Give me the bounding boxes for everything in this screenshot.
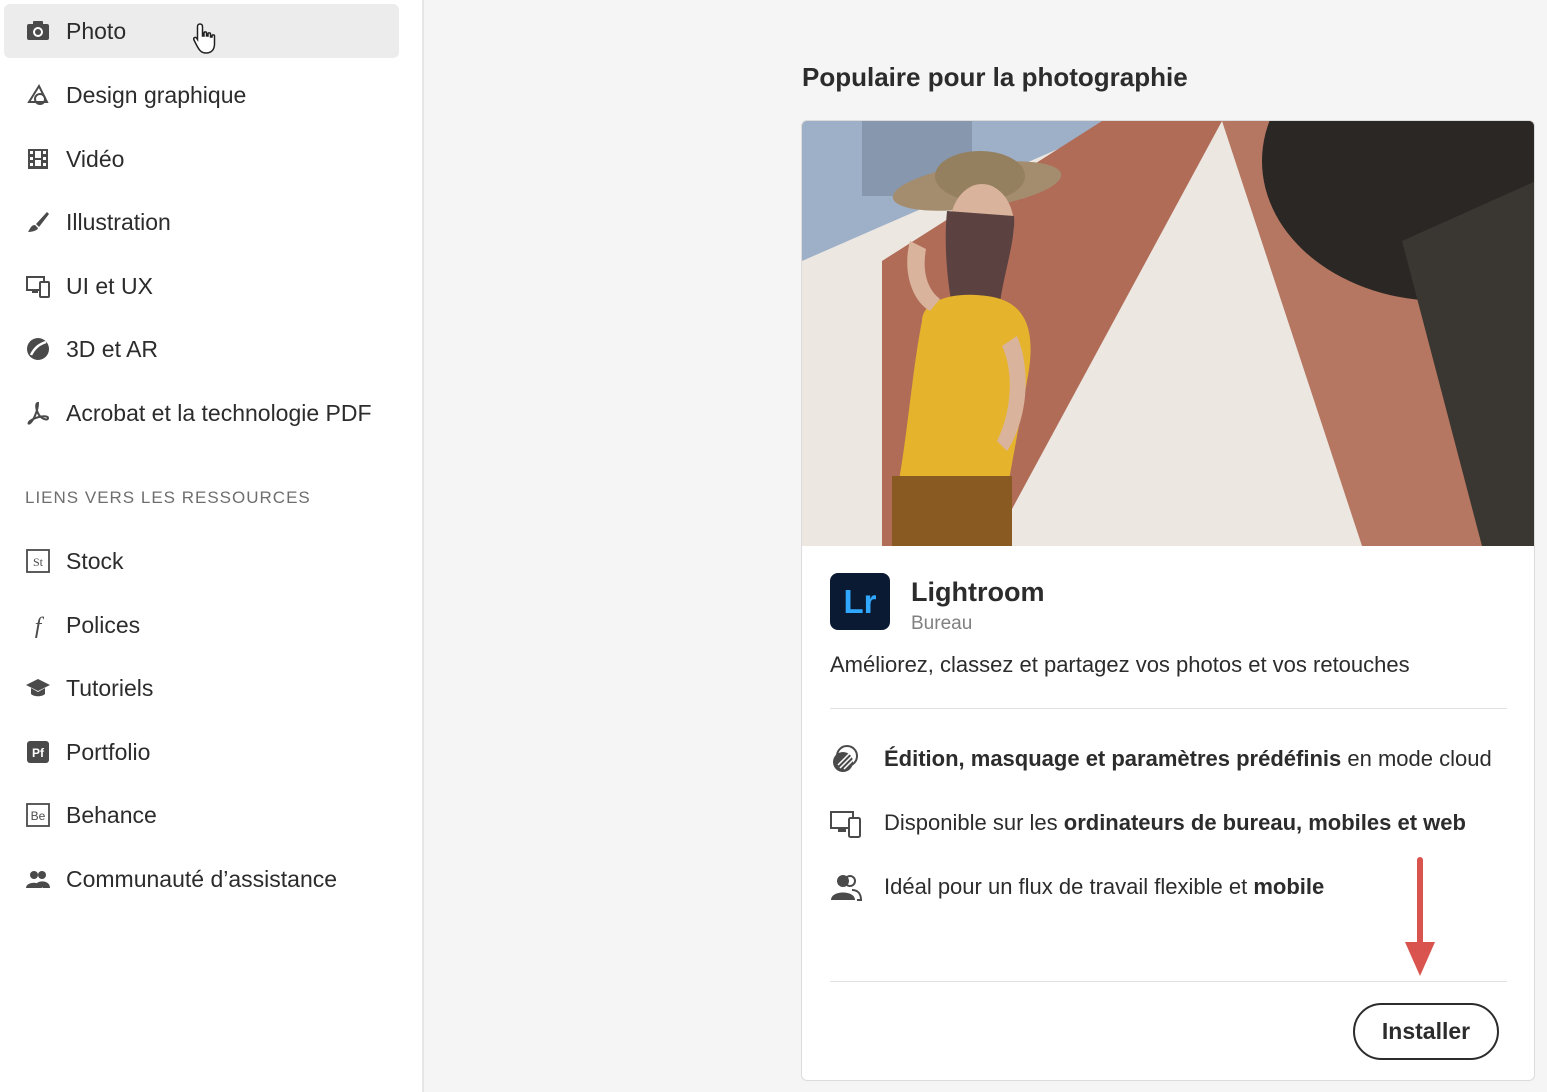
divider xyxy=(830,708,1507,709)
svg-text:Pf: Pf xyxy=(32,746,45,760)
devices-icon xyxy=(24,272,52,300)
sidebar-item-label: Acrobat et la technologie PDF xyxy=(66,399,372,426)
devices-icon xyxy=(830,807,862,839)
svg-text:f: f xyxy=(35,614,45,638)
cloud-edit-icon xyxy=(830,743,862,775)
camera-icon xyxy=(24,17,52,45)
sidebar-item-label: 3D et AR xyxy=(66,335,159,362)
sidebar-item-3d-ar[interactable]: 3D et AR xyxy=(4,322,399,376)
sidebar-item-label: Photo xyxy=(66,17,127,44)
sidebar-item-label: Vidéo xyxy=(66,145,125,172)
behance-icon: Be xyxy=(24,801,52,829)
hero-image xyxy=(802,121,1534,546)
sidebar-item-acrobat[interactable]: Acrobat et la technologie PDF xyxy=(4,386,399,440)
svg-text:St: St xyxy=(33,555,44,569)
divider xyxy=(830,981,1507,982)
sidebar-item-photo[interactable]: Photo xyxy=(4,4,399,58)
sidebar-item-tutoriels[interactable]: Tutoriels xyxy=(4,661,399,715)
3d-icon xyxy=(24,335,52,363)
graduation-cap-icon xyxy=(24,674,52,702)
fonts-icon: f xyxy=(24,611,52,639)
sidebar-item-label: Polices xyxy=(66,611,141,638)
sidebar-item-label: Behance xyxy=(66,801,157,828)
app-card-lightroom: Lr Lightroom Bureau Améliorez, classez e… xyxy=(801,120,1535,1081)
app-description: Améliorez, classez et partagez vos photo… xyxy=(830,652,1410,677)
sidebar-item-label: UI et UX xyxy=(66,272,153,299)
sidebar-item-polices[interactable]: f Polices xyxy=(4,598,399,652)
feature-text: Idéal pour un flux de travail flexible e… xyxy=(884,874,1325,899)
sidebar-item-label: Portfolio xyxy=(66,738,151,765)
design-icon xyxy=(24,81,52,109)
feature-text: Disponible sur les ordinateurs de bureau… xyxy=(884,810,1466,835)
stock-icon: St xyxy=(24,547,52,575)
app-name: Lightroom xyxy=(911,577,1045,607)
film-icon xyxy=(24,145,52,173)
sidebar-item-label: Design graphique xyxy=(66,81,247,108)
sidebar-item-video[interactable]: Vidéo xyxy=(4,132,399,186)
sidebar-item-portfolio[interactable]: Pf Portfolio xyxy=(4,725,399,779)
sidebar-item-illustration[interactable]: Illustration xyxy=(4,195,399,249)
sidebar-item-communaute[interactable]: Communauté d’assistance xyxy=(4,852,399,906)
section-heading: Populaire pour la photographie xyxy=(802,62,1188,92)
sidebar-item-stock[interactable]: St Stock xyxy=(4,534,399,588)
feature-item: Idéal pour un flux de travail flexible e… xyxy=(830,870,1324,904)
svg-text:Be: Be xyxy=(31,809,46,823)
acrobat-icon xyxy=(24,399,52,427)
sidebar-item-label: Stock xyxy=(66,547,124,574)
resources-section-title: LIENS VERS LES RESSOURCES xyxy=(25,488,311,507)
community-icon xyxy=(24,865,52,893)
sidebar-item-behance[interactable]: Be Behance xyxy=(4,788,399,842)
portfolio-icon: Pf xyxy=(24,738,52,766)
brush-icon xyxy=(24,208,52,236)
sidebar-item-label: Communauté d’assistance xyxy=(66,865,338,892)
feature-item: Disponible sur les ordinateurs de bureau… xyxy=(830,806,1466,840)
sidebar-item-label: Illustration xyxy=(66,208,171,235)
feature-item: Édition, masquage et paramètres prédéfin… xyxy=(830,742,1492,776)
sidebar-item-design-graphique[interactable]: Design graphique xyxy=(4,68,399,122)
install-button[interactable]: Installer xyxy=(1353,1003,1499,1060)
app-type: Bureau xyxy=(911,613,973,634)
sidebar: Photo Design graphique Vidéo Illustratio… xyxy=(0,0,424,1092)
feature-text: Édition, masquage et paramètres prédéfin… xyxy=(884,746,1492,771)
sidebar-item-ui-ux[interactable]: UI et UX xyxy=(4,259,399,313)
lightroom-app-icon: Lr xyxy=(830,573,890,630)
sidebar-item-label: Tutoriels xyxy=(66,674,154,701)
users-icon xyxy=(830,871,862,903)
